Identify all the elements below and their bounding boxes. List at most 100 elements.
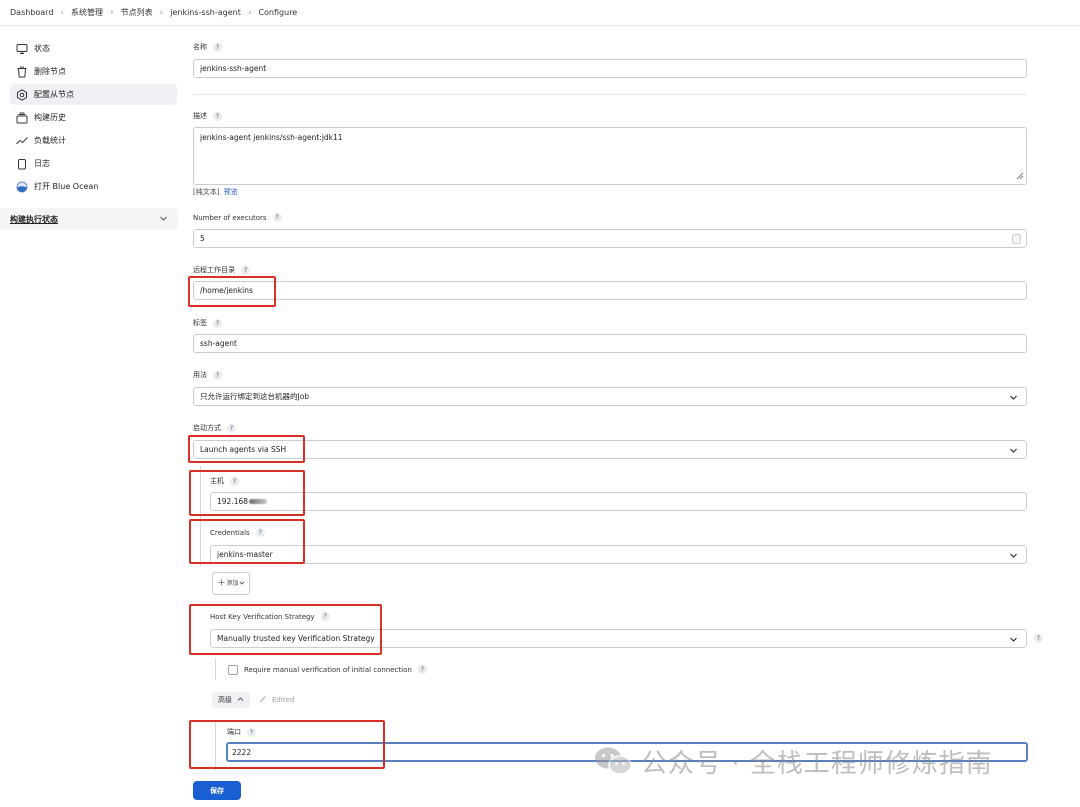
sidebar-item-delete[interactable]: 删除节点 bbox=[10, 61, 177, 82]
executors-input-value: 5 bbox=[200, 234, 205, 243]
plain-text-label: [纯文本] bbox=[193, 188, 220, 196]
preview-link[interactable]: 预览 bbox=[224, 188, 238, 196]
gear-icon bbox=[16, 88, 28, 101]
name-label-text: 名称 bbox=[193, 43, 207, 51]
sidebar-item-label: 打开 Blue Ocean bbox=[34, 182, 99, 191]
help-icon[interactable]: ? bbox=[272, 213, 282, 222]
breadcrumb-separator-icon: › bbox=[247, 7, 252, 18]
advanced-button-label: 高级 bbox=[218, 696, 232, 704]
labels-input-value: ssh-agent bbox=[200, 339, 237, 348]
help-icon[interactable]: ? bbox=[213, 318, 222, 328]
monitor-icon bbox=[16, 43, 28, 55]
trash-icon bbox=[16, 66, 28, 78]
name-label: 名称 ? bbox=[193, 42, 222, 52]
usage-select[interactable]: 只允许运行绑定到这台机器的Job bbox=[193, 387, 1027, 406]
breadcrumb-dashboard[interactable]: Dashboard bbox=[10, 8, 53, 17]
breadcrumb-configure[interactable]: Configure bbox=[258, 8, 297, 17]
save-button[interactable]: 保存 bbox=[193, 781, 241, 800]
key-icon bbox=[218, 579, 225, 588]
watermark: 公众号 · 全栈工程师修炼指南 bbox=[593, 743, 993, 780]
resize-grip-icon[interactable] bbox=[1016, 172, 1024, 182]
require-manual-label-text: Require manual verification of initial c… bbox=[244, 665, 412, 674]
help-icon[interactable]: ? bbox=[213, 111, 222, 121]
sidebar-item-blue-ocean[interactable]: 打开 Blue Ocean bbox=[10, 176, 177, 197]
wechat-icon bbox=[593, 745, 633, 779]
chevron-up-icon bbox=[237, 696, 244, 705]
require-manual-checkbox[interactable] bbox=[228, 665, 238, 675]
breadcrumb-separator-icon: › bbox=[159, 7, 164, 18]
breadcrumb-separator-icon: › bbox=[110, 7, 114, 18]
labels-input[interactable]: ssh-agent bbox=[193, 334, 1027, 353]
chevron-down-icon bbox=[1009, 551, 1018, 562]
advanced-button[interactable]: 高级 bbox=[212, 692, 250, 708]
highlight-box bbox=[189, 604, 382, 655]
history-icon bbox=[16, 112, 28, 124]
executors-label-text: Number of executors bbox=[193, 213, 267, 222]
usage-select-value: 只允许运行绑定到这台机器的Job bbox=[200, 392, 310, 401]
description-preview-row: [纯文本] 预览 bbox=[193, 187, 238, 197]
description-value: jenkins-agent jenkins/ssh-agent:jdk11 bbox=[200, 133, 343, 142]
divider bbox=[193, 94, 1027, 95]
breadcrumb-manage[interactable]: 系统管理 bbox=[71, 7, 103, 18]
trend-icon bbox=[16, 135, 28, 147]
executor-status-label: 构建执行状态 bbox=[10, 214, 58, 224]
description-label: 描述 ? bbox=[193, 111, 222, 121]
launch-label-text: 启动方式 bbox=[193, 424, 221, 432]
sidebar-item-history[interactable]: 构建历史 bbox=[10, 107, 177, 128]
chevron-down-icon bbox=[1009, 393, 1018, 404]
highlight-box bbox=[189, 519, 305, 564]
breadcrumb-nodes[interactable]: 节点列表 bbox=[121, 7, 153, 18]
name-input[interactable]: jenkins-ssh-agent bbox=[193, 59, 1027, 78]
help-icon[interactable]: ? bbox=[227, 423, 236, 433]
sidebar-item-status[interactable]: 状态 bbox=[10, 38, 177, 59]
launch-label: 启动方式 ? bbox=[193, 423, 236, 433]
sidebar-item-label: 删除节点 bbox=[34, 67, 66, 76]
watermark-text: 公众号 · 全栈工程师修炼指南 bbox=[641, 749, 993, 779]
require-manual-label: Require manual verification of initial c… bbox=[244, 665, 427, 674]
edited-label: Edited bbox=[272, 696, 295, 704]
executors-label: Number of executors ? bbox=[193, 213, 282, 222]
sidebar-item-log[interactable]: 日志 bbox=[10, 153, 177, 174]
host-input[interactable]: 192.168 bbox=[210, 492, 1027, 511]
credentials-select[interactable]: jenkins-master bbox=[210, 545, 1027, 564]
edited-indicator: Edited bbox=[259, 692, 294, 708]
executor-status-panel[interactable]: 构建执行状态 bbox=[0, 208, 178, 230]
sidebar-item-label: 日志 bbox=[34, 159, 50, 168]
executors-input[interactable]: 5 bbox=[193, 229, 1027, 248]
breadcrumb-node[interactable]: jenkins-ssh-agent bbox=[170, 8, 241, 17]
sidebar-item-configure[interactable]: 配置从节点 bbox=[10, 84, 177, 105]
labels-label-text: 标签 bbox=[193, 319, 207, 327]
chevron-down-icon bbox=[1009, 635, 1018, 646]
description-textarea[interactable]: jenkins-agent jenkins/ssh-agent:jdk11 bbox=[193, 127, 1027, 185]
help-icon[interactable]: ? bbox=[417, 665, 427, 674]
help-icon[interactable]: ? bbox=[213, 370, 222, 380]
chevron-down-icon[interactable] bbox=[159, 214, 168, 225]
remote-dir-label-text: 远程工作目录 bbox=[193, 266, 235, 274]
highlight-box bbox=[189, 720, 385, 769]
description-label-text: 描述 bbox=[193, 112, 207, 120]
name-input-value: jenkins-ssh-agent bbox=[200, 64, 267, 73]
sidebar: 状态 删除节点 配置从节点 构建历史 负载统计 日志 打开 Blue Ocean… bbox=[0, 26, 186, 807]
number-spinner-icon[interactable] bbox=[1012, 234, 1021, 244]
help-icon[interactable]: ? bbox=[213, 42, 222, 52]
pencil-icon bbox=[259, 695, 267, 705]
highlight-box bbox=[188, 435, 305, 463]
sidebar-item-load[interactable]: 负载统计 bbox=[10, 130, 177, 151]
nested-rail bbox=[215, 658, 216, 680]
highlight-box bbox=[188, 276, 276, 307]
save-button-label: 保存 bbox=[210, 786, 224, 795]
sidebar-item-label: 配置从节点 bbox=[34, 90, 74, 99]
launch-select[interactable]: Launch agents via SSH bbox=[193, 440, 1027, 459]
add-button-label: 添加 bbox=[226, 579, 239, 587]
usage-label: 用法 ? bbox=[193, 370, 222, 380]
highlight-box bbox=[189, 470, 305, 516]
blue-ocean-icon bbox=[16, 181, 28, 193]
sidebar-item-label: 构建历史 bbox=[34, 113, 66, 122]
remote-dir-input[interactable]: /home/jenkins bbox=[193, 281, 1027, 300]
clipboard-icon bbox=[16, 158, 28, 170]
help-icon[interactable]: ? bbox=[241, 265, 250, 275]
sidebar-item-label: 状态 bbox=[34, 44, 50, 53]
add-credentials-button[interactable]: 添加 bbox=[212, 572, 250, 595]
breadcrumb: Dashboard › 系统管理 › 节点列表 › jenkins-ssh-ag… bbox=[0, 0, 1080, 26]
help-icon[interactable]: ? bbox=[1034, 634, 1043, 643]
